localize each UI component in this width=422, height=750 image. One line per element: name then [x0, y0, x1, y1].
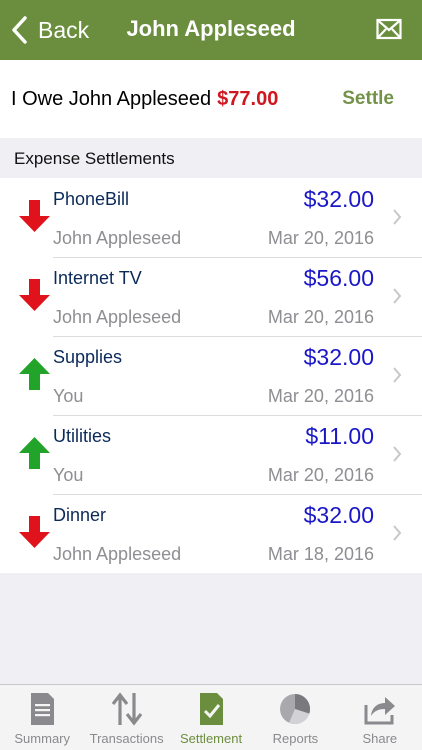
- chevron-right-icon: [393, 525, 402, 541]
- settlement-name: PhoneBill: [53, 189, 130, 209]
- settlement-name: Internet TV: [53, 268, 142, 288]
- arrow-up-icon: [19, 358, 50, 390]
- settlement-person: John Appleseed: [53, 228, 182, 248]
- tab-settlement[interactable]: Settlement: [169, 685, 253, 750]
- mail-button[interactable]: [376, 18, 402, 40]
- settlement-date: Mar 20, 2016: [267, 307, 374, 327]
- settlement-amount: $32.00: [303, 344, 374, 370]
- arrow-down-icon: [19, 200, 50, 232]
- settlement-row[interactable]: PhoneBill $32.00 John Appleseed Mar 20, …: [0, 178, 422, 257]
- mail-icon: [376, 18, 402, 40]
- tab-label: Transactions: [89, 731, 164, 746]
- settlement-amount: $11.00: [305, 423, 374, 449]
- tab-bar: Summary Transactions Settlement Reports …: [0, 684, 422, 750]
- checked-document-icon: [200, 693, 224, 725]
- tab-summary[interactable]: Summary: [0, 685, 84, 750]
- settlement-row[interactable]: Supplies $32.00 You Mar 20, 2016: [0, 336, 422, 415]
- arrow-down-icon: [19, 279, 50, 311]
- tab-label: Settlement: [179, 731, 243, 746]
- section-header: Expense Settlements: [14, 149, 175, 168]
- tab-share[interactable]: Share: [338, 685, 422, 750]
- tab-label: Share: [362, 731, 398, 746]
- settlements-list: PhoneBill $32.00 John Appleseed Mar 20, …: [0, 178, 422, 573]
- pie-chart-icon: [280, 694, 311, 725]
- settlement-date: Mar 20, 2016: [267, 228, 374, 248]
- up-down-arrows-icon: [111, 692, 142, 726]
- share-icon: [364, 697, 395, 725]
- settlement-person: You: [53, 386, 84, 406]
- settlement-person: John Appleseed: [53, 307, 182, 327]
- settle-button[interactable]: Settle: [342, 88, 394, 110]
- settlement-row[interactable]: Internet TV $56.00 John Appleseed Mar 20…: [0, 257, 422, 336]
- settlement-name: Utilities: [53, 426, 112, 446]
- settlement-amount: $32.00: [303, 186, 374, 212]
- settlement-person: John Appleseed: [53, 544, 182, 564]
- chevron-right-icon: [393, 446, 402, 462]
- tab-reports[interactable]: Reports: [253, 685, 337, 750]
- settlement-date: Mar 20, 2016: [267, 386, 374, 406]
- tab-label: Reports: [272, 731, 319, 746]
- owe-label: I Owe John Appleseed: [11, 88, 212, 110]
- chevron-right-icon: [393, 367, 402, 383]
- navigation-bar: Back John Appleseed: [0, 0, 422, 60]
- settlement-row[interactable]: Utilities $11.00 You Mar 20, 2016: [0, 415, 422, 494]
- chevron-right-icon: [393, 288, 402, 304]
- page-title: John Appleseed: [126, 16, 296, 41]
- settlement-amount: $32.00: [303, 502, 374, 528]
- settlement-date: Mar 20, 2016: [267, 465, 374, 485]
- arrow-down-icon: [19, 516, 50, 548]
- settlement-name: Dinner: [53, 505, 107, 525]
- tab-label: Summary: [14, 731, 71, 746]
- owe-summary: I Owe John Appleseed $77.00 Settle: [0, 60, 422, 138]
- arrow-up-icon: [19, 437, 50, 469]
- chevron-right-icon: [393, 209, 402, 225]
- settlement-name: Supplies: [53, 347, 123, 367]
- settlement-person: You: [53, 465, 84, 485]
- settlement-date: Mar 18, 2016: [267, 544, 374, 564]
- tab-transactions[interactable]: Transactions: [84, 685, 168, 750]
- settlement-amount: $56.00: [303, 265, 374, 291]
- document-icon: [31, 693, 55, 725]
- owe-amount: $77.00: [217, 88, 279, 110]
- settlement-row[interactable]: Dinner $32.00 John Appleseed Mar 18, 201…: [0, 494, 422, 573]
- owe-summary-text: I Owe John Appleseed $77.00: [11, 88, 278, 111]
